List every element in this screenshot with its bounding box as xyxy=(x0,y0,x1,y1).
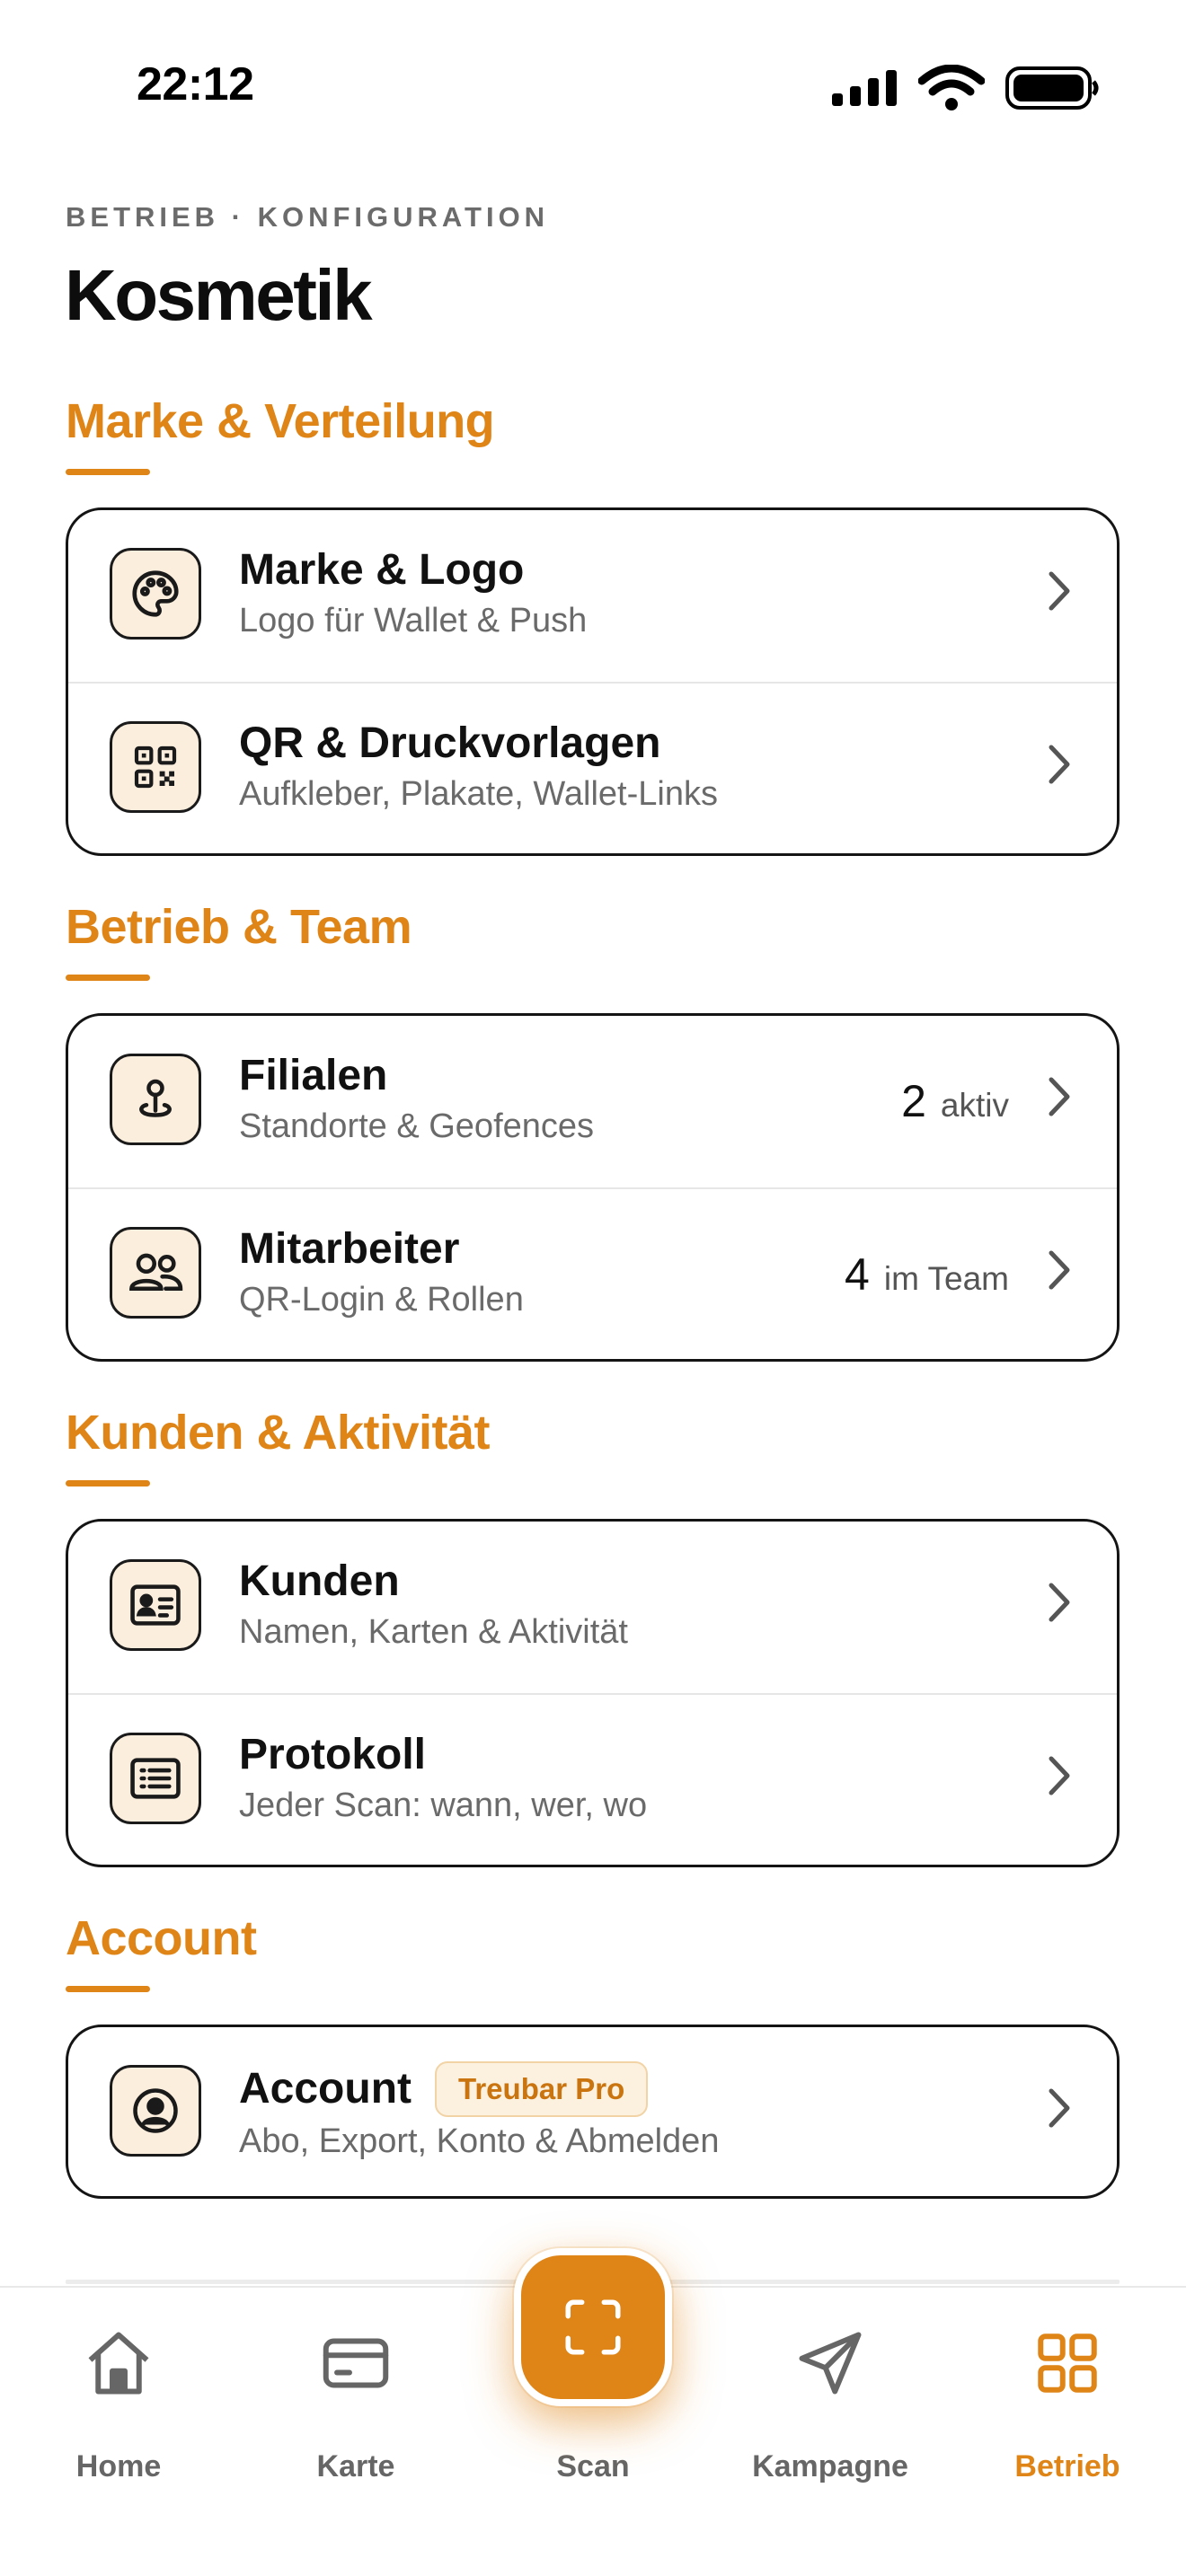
row-subtitle: Logo für Wallet & Push xyxy=(239,602,588,640)
scan-icon xyxy=(565,2299,621,2355)
id-card-icon xyxy=(110,1559,201,1651)
list-item-qr-druckvorlagen[interactable]: QR & Druckvorlagen Aufkleber, Plakate, W… xyxy=(68,682,1117,853)
section-underline xyxy=(66,975,150,981)
list-item-filialen[interactable]: Filialen Standorte & Geofences 2 aktiv xyxy=(68,1016,1117,1187)
battery-icon xyxy=(1005,66,1099,110)
wifi-icon xyxy=(918,65,985,110)
palette-icon xyxy=(110,548,201,640)
chevron-right-icon xyxy=(1049,745,1070,784)
home-icon xyxy=(88,2332,149,2395)
qr-code-icon xyxy=(110,721,201,813)
tab-betrieb[interactable]: Betrieb xyxy=(949,2288,1186,2576)
row-title: Filialen xyxy=(239,1052,388,1099)
tab-home[interactable]: Home xyxy=(0,2288,237,2576)
branch-count: 2 xyxy=(901,1076,926,1126)
list-item-kunden[interactable]: Kunden Namen, Karten & Aktivität xyxy=(68,1522,1117,1693)
status-bar: 22:12 xyxy=(0,0,1186,171)
row-title: Protokoll xyxy=(239,1731,427,1778)
section-title-marke: Marke & Verteilung xyxy=(66,394,495,448)
tab-karte[interactable]: Karte xyxy=(237,2288,474,2576)
card-account: Account Treubar Pro Abo, Export, Konto &… xyxy=(66,2025,1120,2199)
team-count-label: im Team xyxy=(883,1260,1009,1297)
status-icons xyxy=(832,63,1100,113)
map-pin-icon xyxy=(110,1054,201,1145)
row-title: Kunden xyxy=(239,1557,400,1605)
page-eyebrow: BETRIEB · KONFIGURATION xyxy=(66,201,550,233)
row-subtitle: Namen, Karten & Aktivität xyxy=(239,1613,628,1651)
row-title: QR & Druckvorlagen xyxy=(239,719,661,767)
users-icon xyxy=(110,1227,201,1319)
page-title: Kosmetik xyxy=(65,255,373,335)
tab-label: Home xyxy=(75,2449,162,2483)
row-subtitle: Abo, Export, Konto & Abmelden xyxy=(239,2122,720,2160)
row-title: Mitarbeiter xyxy=(239,1225,460,1273)
section-title-account: Account xyxy=(66,1911,257,1965)
log-list-icon xyxy=(110,1733,201,1824)
section-underline xyxy=(66,1480,150,1486)
row-subtitle: Aufkleber, Plakate, Wallet-Links xyxy=(239,775,718,813)
account-title: Account xyxy=(239,2065,412,2113)
list-item-mitarbeiter[interactable]: Mitarbeiter QR-Login & Rollen 4 im Team xyxy=(68,1187,1117,1359)
cellular-signal-icon xyxy=(832,70,897,106)
chevron-right-icon xyxy=(1049,2088,1070,2128)
chevron-right-icon xyxy=(1049,1583,1070,1622)
card-kunden-aktivitaet: Kunden Namen, Karten & Aktivität Protoko… xyxy=(66,1519,1120,1867)
tab-label: Kampagne xyxy=(752,2449,908,2483)
section-underline xyxy=(66,1986,150,1992)
team-count: 4 xyxy=(845,1249,870,1300)
user-circle-icon xyxy=(110,2065,201,2157)
tab-kampagne[interactable]: Kampagne xyxy=(712,2288,949,2576)
card-icon xyxy=(323,2338,389,2388)
section-underline xyxy=(66,469,150,475)
row-subtitle: Standorte & Geofences xyxy=(239,1107,595,1145)
chevron-right-icon xyxy=(1049,1077,1070,1116)
section-title-betrieb-team: Betrieb & Team xyxy=(66,900,412,954)
tab-label: Karte xyxy=(316,2449,395,2483)
row-subtitle: Jeder Scan: wann, wer, wo xyxy=(239,1786,648,1824)
send-icon xyxy=(799,2332,862,2395)
list-item-protokoll[interactable]: Protokoll Jeder Scan: wann, wer, wo xyxy=(68,1693,1117,1865)
row-meta: 2 aktiv xyxy=(901,1075,1009,1127)
row-title: Account Treubar Pro xyxy=(239,2061,719,2117)
branch-count-label: aktiv xyxy=(940,1087,1009,1124)
row-meta: 4 im Team xyxy=(845,1248,1009,1301)
grid-icon xyxy=(1038,2333,1097,2393)
section-title-kunden: Kunden & Aktivität xyxy=(66,1406,491,1460)
card-betrieb-team: Filialen Standorte & Geofences 2 aktiv M… xyxy=(66,1013,1120,1362)
row-subtitle: QR-Login & Rollen xyxy=(239,1281,524,1319)
tab-label: Betrieb xyxy=(1014,2449,1120,2483)
chevron-right-icon xyxy=(1049,571,1070,611)
scan-button[interactable] xyxy=(514,2248,672,2406)
plan-badge: Treubar Pro xyxy=(435,2061,649,2117)
tab-label: Scan xyxy=(556,2449,630,2483)
status-time: 22:12 xyxy=(137,58,254,110)
row-title: Marke & Logo xyxy=(239,546,525,594)
card-marke-verteilung: Marke & Logo Logo für Wallet & Push QR &… xyxy=(66,507,1120,856)
list-item-marke-logo[interactable]: Marke & Logo Logo für Wallet & Push xyxy=(68,510,1117,682)
list-item-account[interactable]: Account Treubar Pro Abo, Export, Konto &… xyxy=(68,2027,1117,2196)
chevron-right-icon xyxy=(1049,1250,1070,1290)
chevron-right-icon xyxy=(1049,1756,1070,1795)
